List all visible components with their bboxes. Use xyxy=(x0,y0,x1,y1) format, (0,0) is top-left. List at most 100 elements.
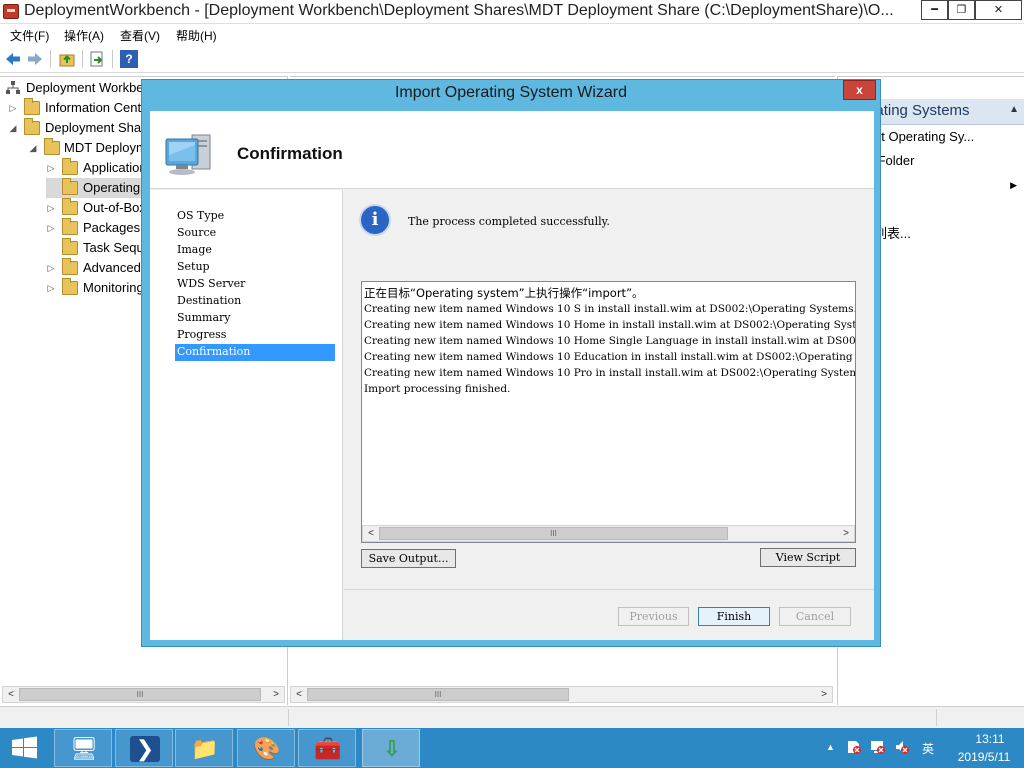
scroll-left-icon[interactable]: < xyxy=(291,687,307,702)
up-folder-icon[interactable] xyxy=(58,50,76,68)
folder-icon xyxy=(44,138,60,155)
scroll-right-icon[interactable]: > xyxy=(838,526,854,541)
log-line: Creating new item named Windows 10 Home … xyxy=(364,319,856,331)
scroll-thumb[interactable]: III xyxy=(307,688,569,701)
title-bar: DeploymentWorkbench - [Deployment Workbe… xyxy=(0,0,1024,24)
step-os-type[interactable]: OS Type xyxy=(175,208,335,225)
export-list-icon[interactable] xyxy=(88,50,106,68)
show-hidden-icons-icon[interactable]: ▲ xyxy=(826,742,835,752)
toolbar: ? xyxy=(0,45,1024,73)
status-message: The process completed successfully. xyxy=(408,215,610,228)
output-log-textbox[interactable]: 正在目标“Operating system”上执行操作“import”。 Cre… xyxy=(361,281,856,543)
finish-button[interactable]: Finish xyxy=(698,607,770,626)
menu-file[interactable]: 文件(F) xyxy=(10,27,49,44)
folder-icon xyxy=(62,218,78,235)
menu-help[interactable]: 帮助(H) xyxy=(176,27,217,44)
folder-icon xyxy=(62,238,78,255)
deployment-workbench-icon xyxy=(3,4,19,19)
close-window-button[interactable]: ✕ xyxy=(975,0,1022,20)
info-icon: i xyxy=(359,204,391,236)
scroll-right-icon[interactable]: > xyxy=(816,687,832,702)
log-line: Creating new item named Windows 10 Home … xyxy=(364,335,856,347)
network-icon[interactable] xyxy=(870,739,886,758)
expand-icon[interactable]: ▷ xyxy=(8,98,18,118)
expand-icon[interactable]: ▷ xyxy=(46,258,56,278)
save-output-button[interactable]: Save Output... xyxy=(361,549,456,568)
forward-arrow-icon[interactable] xyxy=(26,50,44,68)
step-destination[interactable]: Destination xyxy=(175,293,335,310)
menu-action[interactable]: 操作(A) xyxy=(64,27,104,44)
taskbar: 🖥 ❯ 📁 🎨 🧰 ⇩ ▲ 英 13:11 2019/5/11 xyxy=(0,728,1024,768)
tree-item-label: Information Center xyxy=(45,100,153,115)
log-line: Creating new item named Windows 10 Educa… xyxy=(364,351,856,363)
server-manager-icon: 🖥 xyxy=(70,736,98,761)
log-line: Creating new item named Windows 10 Pro i… xyxy=(364,367,856,379)
system-tray: ▲ 英 13:11 2019/5/11 xyxy=(820,728,1024,768)
tree-item-operating-systems[interactable]: Operating Systems xyxy=(46,178,194,198)
expand-icon[interactable]: ▷ xyxy=(46,198,56,218)
powershell-icon: ❯ xyxy=(130,736,160,762)
clock-date[interactable]: 2019/5/11 xyxy=(948,750,1020,764)
menu-bar: 文件(F) 操作(A) 查看(V) 帮助(H) xyxy=(0,24,1024,44)
wizard-title: Import Operating System Wizard xyxy=(394,84,628,101)
tree-item-label: Monitoring xyxy=(83,280,144,295)
import-os-wizard-dialog: Import Operating System Wizard x Confirm… xyxy=(141,79,881,647)
toolbar-separator xyxy=(50,50,51,68)
taskbar-powershell[interactable]: ❯ xyxy=(115,729,173,767)
step-setup[interactable]: Setup xyxy=(175,259,335,276)
expand-icon[interactable]: ▷ xyxy=(46,278,56,298)
step-confirmation[interactable]: Confirmation xyxy=(175,344,335,361)
start-button[interactable] xyxy=(0,728,50,768)
wizard-header: Confirmation xyxy=(150,111,874,189)
collapse-icon[interactable]: ▲ xyxy=(1009,104,1019,115)
wizard-close-button[interactable]: x xyxy=(843,80,876,100)
status-divider xyxy=(936,709,937,726)
log-horizontal-scrollbar[interactable]: < III > xyxy=(362,525,855,542)
taskbar-deployment-workbench[interactable]: ⇩ xyxy=(362,729,420,767)
collapse-icon[interactable]: ◢ xyxy=(28,138,38,158)
file-explorer-icon: 📁 xyxy=(191,736,219,761)
step-wds-server[interactable]: WDS Server xyxy=(175,276,335,293)
folder-icon xyxy=(62,158,78,175)
input-method-indicator[interactable]: 英 xyxy=(922,740,934,757)
maximize-button[interactable]: ❐ xyxy=(948,0,975,20)
scroll-thumb[interactable]: III xyxy=(379,527,728,540)
wizard-body: Confirmation OS Type Source Image Setup … xyxy=(150,111,874,640)
wizard-content: i The process completed successfully. 正在… xyxy=(344,190,874,640)
previous-button[interactable]: Previous xyxy=(618,607,689,626)
help-icon[interactable]: ? xyxy=(120,50,138,68)
results-horizontal-scrollbar[interactable]: < III > xyxy=(290,686,833,703)
taskbar-paint[interactable]: 🎨 xyxy=(237,729,295,767)
deployment-workbench-icon: ⇩ xyxy=(382,736,402,761)
folder-icon xyxy=(62,198,78,215)
cancel-button[interactable]: Cancel xyxy=(779,607,851,626)
step-source[interactable]: Source xyxy=(175,225,335,242)
action-center-icon[interactable] xyxy=(846,739,862,758)
collapse-icon[interactable]: ◢ xyxy=(8,118,18,138)
expand-icon[interactable]: ▷ xyxy=(46,218,56,238)
taskbar-toolbox[interactable]: 🧰 xyxy=(298,729,356,767)
back-arrow-icon[interactable] xyxy=(4,50,22,68)
status-bar xyxy=(0,706,1024,728)
minimize-button[interactable]: ━ xyxy=(921,0,948,20)
clock-time[interactable]: 13:11 xyxy=(960,732,1020,746)
log-line: Creating new item named Windows 10 S in … xyxy=(364,303,856,315)
step-progress[interactable]: Progress xyxy=(175,327,335,344)
paint-icon: 🎨 xyxy=(253,736,281,761)
computer-icon xyxy=(164,131,214,177)
taskbar-server-manager[interactable]: 🖥 xyxy=(54,729,112,767)
taskbar-file-explorer[interactable]: 📁 xyxy=(175,729,233,767)
volume-icon[interactable] xyxy=(894,739,910,758)
scroll-right-icon[interactable]: > xyxy=(268,687,284,702)
submenu-arrow-icon: ▶ xyxy=(1010,180,1017,190)
scroll-thumb[interactable]: III xyxy=(19,688,261,701)
scroll-left-icon[interactable]: < xyxy=(3,687,19,702)
step-image[interactable]: Image xyxy=(175,242,335,259)
step-summary[interactable]: Summary xyxy=(175,310,335,327)
tree-horizontal-scrollbar[interactable]: < III > xyxy=(2,686,285,703)
view-script-button[interactable]: View Script xyxy=(760,548,856,567)
toolbar-separator xyxy=(82,50,83,68)
expand-icon[interactable]: ▷ xyxy=(46,158,56,178)
menu-view[interactable]: 查看(V) xyxy=(120,27,160,44)
scroll-left-icon[interactable]: < xyxy=(363,526,379,541)
